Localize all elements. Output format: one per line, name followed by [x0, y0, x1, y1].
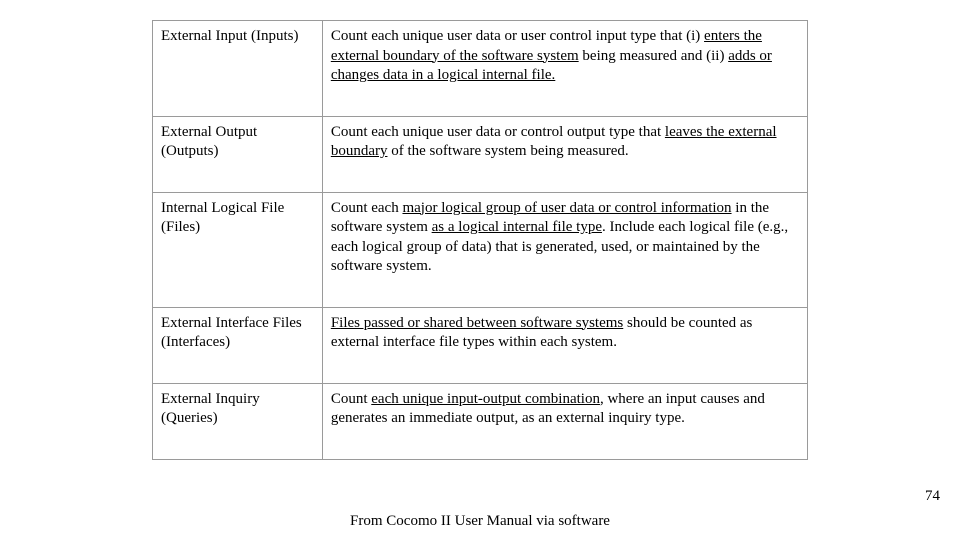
table-row: External Output (Outputs) Count each uni… [153, 116, 808, 192]
desc-underline: major logical group of user data or cont… [402, 200, 731, 216]
table-row: External Input (Inputs) Count each uniqu… [153, 21, 808, 117]
row-label: External Inquiry (Queries) [153, 383, 323, 459]
desc-text: Count each [331, 200, 403, 216]
row-description: Count each unique user data or control o… [322, 116, 807, 192]
table-row: External Inquiry (Queries) Count each un… [153, 383, 808, 459]
row-label: External Interface Files (Interfaces) [153, 307, 323, 383]
table-row: Internal Logical File (Files) Count each… [153, 192, 808, 307]
desc-underline: each unique input-output combination [371, 391, 600, 407]
desc-text: Count each unique user data or user cont… [331, 28, 704, 44]
desc-underline: Files passed or shared between software … [331, 315, 623, 331]
slide-page: External Input (Inputs) Count each uniqu… [0, 0, 960, 540]
row-label: External Output (Outputs) [153, 116, 323, 192]
desc-underline: as a logical internal file type [432, 219, 602, 235]
row-description: Count each unique input-output combinati… [322, 383, 807, 459]
footer-caption: From Cocomo II User Manual via software [0, 513, 960, 530]
row-label: External Input (Inputs) [153, 21, 323, 117]
function-point-table: External Input (Inputs) Count each uniqu… [152, 20, 808, 460]
page-number: 74 [925, 488, 940, 505]
desc-text: Count [331, 391, 371, 407]
desc-text: of the software system being measured. [387, 143, 628, 159]
table-row: External Interface Files (Interfaces) Fi… [153, 307, 808, 383]
row-label: Internal Logical File (Files) [153, 192, 323, 307]
row-description: Count each unique user data or user cont… [322, 21, 807, 117]
desc-text: being measured and (ii) [579, 48, 729, 64]
row-description: Count each major logical group of user d… [322, 192, 807, 307]
desc-text: Count each unique user data or control o… [331, 124, 665, 140]
row-description: Files passed or shared between software … [322, 307, 807, 383]
